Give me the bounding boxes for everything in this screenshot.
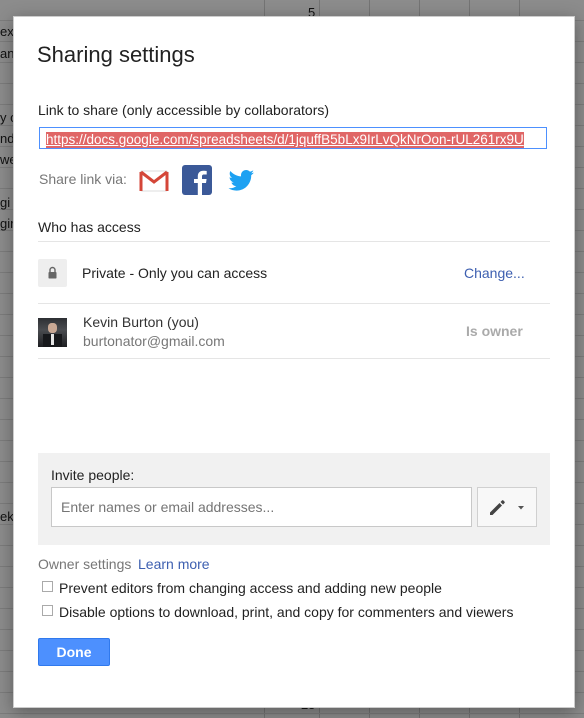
disable-download-checkbox[interactable] — [42, 605, 53, 616]
divider — [38, 358, 550, 359]
gmail-icon[interactable] — [138, 164, 170, 196]
prevent-editors-label[interactable]: Prevent editors from changing access and… — [59, 580, 442, 596]
twitter-icon[interactable] — [225, 164, 257, 196]
link-label: Link to share (only accessible by collab… — [38, 102, 330, 118]
learn-more-link[interactable]: Learn more — [138, 556, 210, 572]
pencil-icon — [490, 500, 524, 515]
chevron-down-icon — [518, 506, 524, 510]
disable-download-label[interactable]: Disable options to download, print, and … — [59, 604, 513, 620]
change-access-link[interactable]: Change... — [464, 265, 525, 281]
access-level-text: Private - Only you can access — [82, 265, 268, 281]
avatar — [38, 318, 67, 347]
owner-role-label: Is owner — [466, 323, 523, 339]
user-email: burtonator@gmail.com — [83, 333, 225, 349]
lock-icon-container — [38, 259, 67, 287]
who-has-access-label: Who has access — [38, 219, 141, 235]
prevent-editors-checkbox[interactable] — [42, 581, 53, 592]
facebook-icon[interactable] — [181, 164, 213, 196]
share-link-text[interactable]: https://docs.google.com/spreadsheets/d/1… — [46, 132, 524, 148]
done-button[interactable]: Done — [38, 638, 110, 666]
permission-dropdown-button[interactable] — [477, 487, 537, 527]
dialog-title: Sharing settings — [37, 42, 195, 67]
invite-input[interactable] — [51, 487, 472, 527]
divider — [38, 241, 550, 242]
invite-panel: Invite people: — [38, 453, 550, 545]
divider — [38, 303, 550, 304]
lock-icon — [48, 266, 57, 279]
sharing-settings-dialog: Sharing settings Link to share (only acc… — [13, 16, 575, 708]
share-via-label: Share link via: — [39, 171, 127, 187]
user-name: Kevin Burton (you) — [83, 314, 199, 330]
share-link-field[interactable]: https://docs.google.com/spreadsheets/d/1… — [39, 127, 547, 149]
invite-label: Invite people: — [51, 467, 135, 483]
owner-settings-label: Owner settings — [38, 556, 132, 572]
